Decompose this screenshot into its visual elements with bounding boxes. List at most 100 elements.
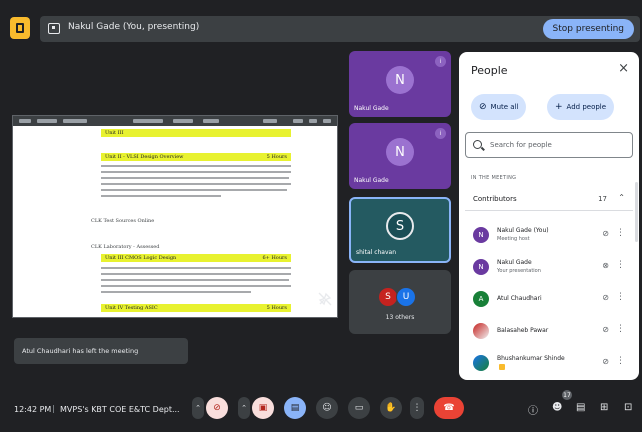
mic-off-icon[interactable]: ⊘ (602, 325, 609, 334)
mic-off-icon[interactable]: ⊘ (602, 293, 609, 302)
participant-row[interactable]: Bhushankumar Shinde ⊘ ⋮ (465, 348, 633, 378)
add-people-button[interactable]: + Add people (547, 94, 615, 120)
contributors-group[interactable]: Contributors 17 ⌃ (465, 187, 633, 211)
present-button[interactable]: ▤ (284, 397, 306, 419)
doc-text-line (101, 273, 291, 275)
doc-text-line (101, 291, 251, 293)
mic-off-icon[interactable]: ⊘ (602, 357, 609, 366)
others-count: 13 others (385, 314, 415, 321)
video-options-button[interactable]: ⌃ (238, 397, 250, 419)
participant-tile[interactable]: N ⁞ Nakul Gade (349, 123, 451, 189)
search-input[interactable] (490, 139, 620, 151)
info-icon[interactable]: ⓘ (528, 402, 538, 417)
avatar: N (386, 66, 414, 94)
camera-off-icon: ▣ (258, 403, 268, 413)
mute-all-button[interactable]: ⊘ Mute all (471, 94, 527, 120)
stop-presenting-button[interactable]: Stop presenting (542, 19, 634, 39)
section-label: IN THE MEETING (471, 175, 517, 181)
more-vert-icon[interactable]: ⋮ (616, 292, 625, 302)
others-tile[interactable]: S U 13 others (349, 270, 451, 334)
chat-icon[interactable]: ▤ (576, 402, 585, 413)
doc-text-line (101, 189, 287, 191)
participant-name: Atul Chaudhari (497, 295, 542, 302)
people-panel: People × ⊘ Mute all + Add people IN THE … (459, 52, 639, 380)
mic-off-icon: ⁞ (435, 56, 446, 67)
people-count-badge: 17 (562, 390, 572, 400)
avatar: U (396, 287, 416, 307)
captions-button[interactable]: ▭ (348, 397, 370, 419)
more-vert-icon[interactable]: ⋮ (616, 228, 625, 238)
more-vert-icon[interactable]: ⋮ (616, 324, 625, 334)
lock-icon[interactable]: ⊡ (624, 402, 632, 413)
emoji-icon: ☺ (322, 403, 332, 413)
participant-tile[interactable]: N ⁞ Nakul Gade (349, 51, 451, 117)
search-box[interactable] (465, 132, 633, 158)
unpin-icon[interactable] (318, 292, 332, 306)
raise-hand-button[interactable]: ✋ (380, 397, 402, 419)
avatar: N (473, 227, 489, 243)
camera-toggle-button[interactable]: ▣ (252, 397, 274, 419)
participant-tile-speaking[interactable]: S shital chavan (349, 197, 451, 263)
participant-row[interactable]: N Nakul Gade Your presentation ⊗ ⋮ (465, 252, 633, 282)
doc-highlight-row: Unit III (101, 129, 291, 137)
participant-row[interactable]: N Nakul Gade (You) Meeting host ⊘ ⋮ (465, 220, 633, 250)
doc-text-line (101, 177, 289, 179)
avatar: N (386, 138, 414, 166)
close-icon[interactable]: × (618, 61, 629, 76)
audio-options-button[interactable]: ⌃ (192, 397, 204, 419)
leave-call-button[interactable]: ☎ (434, 397, 464, 419)
doc-text-line (101, 195, 221, 197)
more-vert-icon: ⋮ (412, 403, 422, 413)
mic-off-icon: ⁞ (435, 128, 446, 139)
activities-icon[interactable]: ⊞ (600, 402, 608, 413)
chevron-up-icon: ⌃ (618, 193, 625, 202)
search-icon (473, 140, 482, 149)
panel-title: People (471, 64, 508, 77)
doc-toolbar (13, 116, 337, 126)
shared-screen: Unit III Unit II - VLSI Design Overview 5… (12, 115, 338, 318)
notification-toast: Atul Chaudhari has left the meeting (14, 338, 188, 364)
app-logo-icon (10, 17, 30, 39)
participant-role: Meeting host (497, 236, 530, 242)
emoji-button[interactable]: ☺ (316, 397, 338, 419)
clock: 12:42 PM (14, 405, 52, 414)
meeting-name: MVPS's KBT COE E&TC Dept... (60, 405, 180, 414)
avatar: S (378, 287, 398, 307)
more-vert-icon[interactable]: ⋮ (616, 356, 625, 366)
avatar: N (473, 259, 489, 275)
presenting-banner: Nakul Gade (You, presenting) Stop presen… (40, 16, 640, 42)
add-person-icon: + (555, 102, 563, 112)
bottom-bar: 12:42 PM | MVPS's KBT COE E&TC Dept... ⌃… (0, 388, 642, 428)
volume-off-icon[interactable]: ⊗ (602, 261, 609, 270)
participant-name: Bhushankumar Shinde (497, 355, 565, 362)
document-page: Unit III Unit II - VLSI Design Overview 5… (91, 126, 301, 317)
present-screen-icon (48, 23, 60, 34)
raise-hand-icon: ✋ (385, 403, 397, 413)
panel-scrollbar[interactable] (635, 182, 638, 242)
mic-off-icon[interactable]: ⊘ (602, 229, 609, 238)
raise-hand-icon (499, 364, 505, 370)
doc-highlight-row: Unit IV Testing ASIC 5 Hours (101, 304, 291, 312)
participant-row[interactable]: A Atul Chaudhari ⊘ ⋮ (465, 284, 633, 314)
doc-highlight-row: Unit III CMOS Logic Design 6+ Hours (101, 254, 291, 262)
captions-icon: ▭ (354, 403, 364, 413)
doc-text-line (101, 183, 291, 185)
tile-name: shital chavan (356, 249, 397, 256)
more-options-button[interactable]: ⋮ (410, 397, 424, 419)
doc-label: CLK Laboratory - Assessed (91, 244, 160, 250)
tile-name: Nakul Gade (354, 177, 389, 184)
doc-text-line (101, 171, 291, 173)
doc-text-line (101, 285, 291, 287)
participant-name: Nakul Gade (You) (497, 227, 549, 234)
avatar: A (473, 291, 489, 307)
more-vert-icon[interactable]: ⋮ (616, 260, 625, 270)
avatar (473, 355, 489, 371)
add-people-label: Add people (566, 103, 607, 111)
participant-name: Balasaheb Pawar (497, 327, 549, 334)
doc-label: CLK Test Sources Online (91, 218, 155, 224)
mic-toggle-button[interactable]: ⊘ (206, 397, 228, 419)
participant-row[interactable]: Balasaheb Pawar ⊘ ⋮ (465, 316, 633, 346)
mic-off-icon: ⊘ (479, 102, 487, 112)
doc-text-line (101, 165, 291, 167)
people-icon[interactable]: ☻ (552, 402, 562, 413)
